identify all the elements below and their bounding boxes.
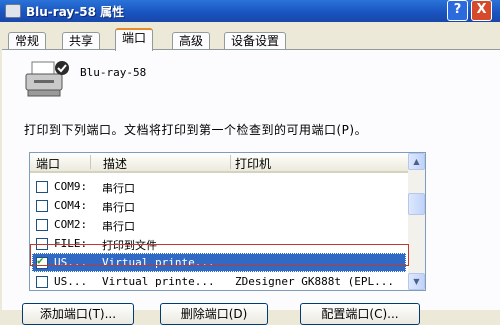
scroll-thumb[interactable]	[408, 193, 425, 215]
port-description: Virtual printe...	[102, 256, 215, 269]
port-row[interactable]: FILE: 打印到文件	[32, 234, 406, 253]
column-header-description[interactable]: 描述	[103, 155, 127, 172]
tab-sharing[interactable]: 共享	[62, 32, 101, 49]
port-description: 串行口	[102, 182, 135, 195]
tab-device-settings[interactable]: 设备设置	[224, 32, 287, 49]
port-description: 打印到文件	[102, 239, 157, 252]
tab-strip: 常规 共享 端口 高级 设备设置	[0, 28, 500, 51]
window-title: Blu-ray-58 属性	[26, 5, 125, 19]
port-checkbox[interactable]	[36, 219, 48, 231]
column-header-printer[interactable]: 打印机	[235, 155, 271, 172]
port-checkbox[interactable]	[36, 200, 48, 212]
delete-port-button[interactable]: 删除端口(D)	[160, 303, 268, 325]
port-checkbox[interactable]	[36, 181, 48, 193]
help-button[interactable]: ?	[447, 0, 468, 21]
tab-advanced[interactable]: 高级	[172, 32, 211, 49]
close-button[interactable]: X	[471, 0, 492, 21]
port-name: COM4:	[54, 199, 88, 212]
port-description: 串行口	[102, 220, 135, 233]
port-name: US...	[54, 256, 88, 269]
tab-general[interactable]: 常规	[8, 32, 47, 49]
port-description: 串行口	[102, 201, 135, 214]
port-name: FILE:	[54, 237, 88, 250]
port-row[interactable]: COM9: 串行口	[32, 177, 406, 196]
vertical-scrollbar[interactable]: ▲ ▼	[408, 153, 425, 290]
port-row[interactable]: COM2: 串行口	[32, 215, 406, 234]
port-checkbox-checked[interactable]	[36, 254, 48, 269]
printer-large-icon	[25, 61, 69, 97]
port-checkbox[interactable]	[36, 276, 48, 288]
port-printer: ZDesigner GK888t (EPL...	[235, 275, 394, 288]
title-bar: Blu-ray-58 属性 ? X	[0, 0, 500, 22]
port-name: COM9:	[54, 180, 88, 193]
port-name: US...	[54, 275, 88, 288]
port-row-selected[interactable]: US... Virtual printe...	[32, 253, 406, 272]
scroll-down-icon[interactable]: ▼	[408, 273, 425, 290]
tab-ports[interactable]: 端口	[115, 28, 154, 51]
port-checkbox[interactable]	[36, 238, 48, 250]
printer-name: Blu-ray-58	[80, 66, 147, 79]
port-instructions: 打印到下列端口。文档将打印到第一个检查到的可用端口(P)。	[24, 123, 368, 137]
configure-port-button[interactable]: 配置端口(C)...	[300, 303, 420, 325]
ports-list[interactable]: 端口 描述 打印机 COM9: 串行口 COM4: 串行口 COM2: 串行口 …	[29, 152, 426, 291]
column-header-port[interactable]: 端口	[36, 155, 60, 172]
port-name: COM2:	[54, 218, 88, 231]
ports-list-header: 端口 描述 打印机	[30, 153, 408, 173]
port-description: Virtual printe...	[102, 275, 215, 288]
add-port-button[interactable]: 添加端口(T)...	[22, 303, 134, 325]
printer-icon	[5, 4, 21, 18]
scroll-up-icon[interactable]: ▲	[408, 153, 425, 170]
port-row[interactable]: COM4: 串行口	[32, 196, 406, 215]
port-row[interactable]: US... Virtual printe... ZDesigner GK888t…	[32, 272, 406, 290]
